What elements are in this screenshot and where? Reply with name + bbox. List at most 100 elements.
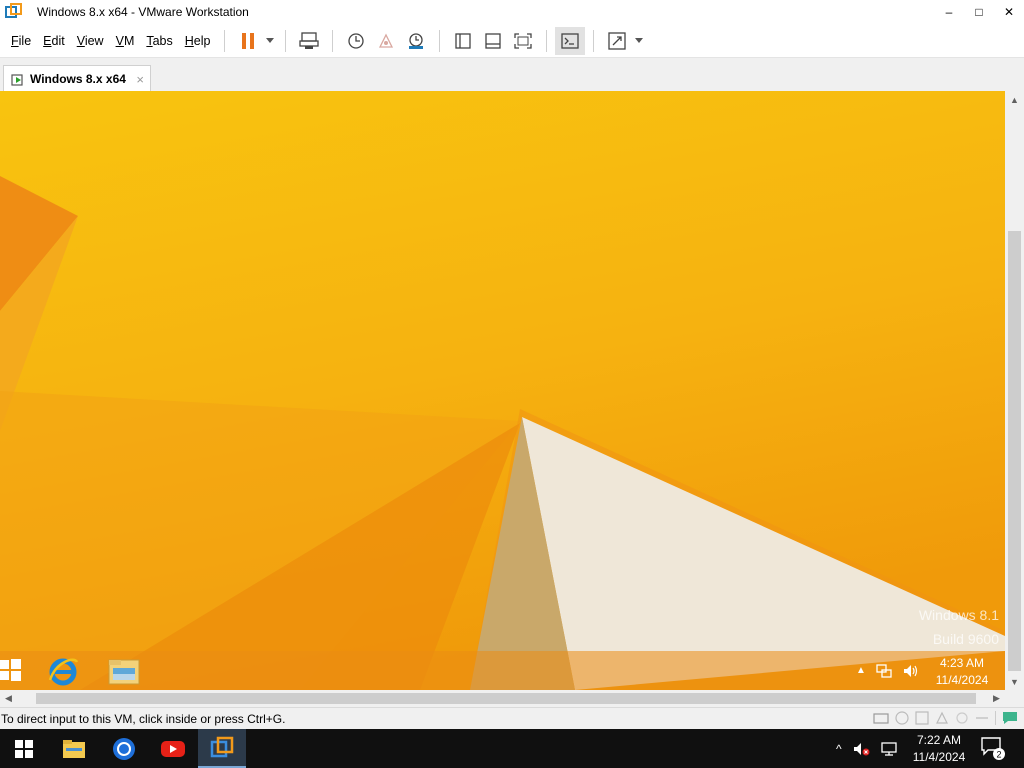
full-screen-button[interactable] — [508, 27, 538, 55]
tab-windows-8x-x64[interactable]: Windows 8.x x64 × — [3, 65, 151, 92]
host-system-tray: ^ — [836, 729, 898, 768]
guest-file-explorer-button[interactable] — [106, 654, 142, 690]
show-library-button[interactable] — [448, 27, 478, 55]
device-status-icons — [873, 711, 1018, 725]
notification-count: 2 — [996, 750, 1001, 760]
guest-start-button[interactable] — [0, 659, 22, 684]
message-log-icon[interactable] — [1002, 711, 1018, 725]
toolbar-separator — [285, 29, 287, 52]
floppy-icon[interactable] — [915, 711, 929, 725]
network-adapter-icon[interactable] — [935, 711, 949, 725]
revert-snapshot-button[interactable] — [371, 27, 401, 55]
host-start-button[interactable] — [0, 729, 48, 768]
scroll-down-arrow-icon[interactable]: ▼ — [1005, 673, 1024, 690]
thumbnail-bar-button[interactable] — [478, 27, 508, 55]
console-view-icon — [561, 32, 580, 49]
snapshot-manager-button[interactable] — [401, 27, 431, 55]
pause-button[interactable] — [233, 27, 263, 55]
maximize-button[interactable]: □ — [964, 0, 994, 24]
revert-snapshot-icon — [379, 33, 394, 48]
notification-icon: 2 — [981, 737, 1005, 760]
chrome-icon — [113, 737, 135, 760]
dropdown-arrow-icon — [266, 38, 275, 43]
show-hidden-icons-icon[interactable]: ^ — [836, 742, 842, 756]
take-snapshot-button[interactable] — [341, 27, 371, 55]
usb-icon[interactable] — [955, 711, 969, 725]
snapshot-icon — [348, 32, 365, 49]
minimize-button[interactable]: – — [934, 0, 964, 24]
menu-file[interactable]: File — [5, 34, 37, 48]
toolbar-separator — [593, 29, 595, 52]
guest-taskbar: ▲ 4:23 AM 11/4/2024 — [0, 651, 1005, 690]
console-view-button[interactable] — [555, 26, 586, 55]
scroll-left-arrow-icon[interactable]: ◀ — [0, 690, 17, 707]
stretch-guest-button[interactable] — [602, 27, 632, 55]
scrollbar-corner — [1005, 690, 1024, 707]
vm-tab-strip: Windows 8.x x64 × — [0, 58, 1024, 92]
vm-display[interactable]: Windows 8.1 Build 9600 ▲ 4:23 AM 11/4/20… — [0, 91, 1005, 690]
status-message: To direct input to this VM, click inside… — [1, 712, 286, 726]
file-explorer-icon — [63, 739, 85, 758]
youtube-icon — [161, 740, 185, 757]
horizontal-scrollbar[interactable]: ◀ ▶ — [0, 690, 1005, 707]
os-watermark-build: Build 9600 — [932, 631, 999, 647]
host-clock-time: 7:22 AM — [916, 733, 962, 747]
host-taskbar: ^ 7:22 AM 11/4/2024 2 — [0, 729, 1024, 768]
guest-clock-time: 4:23 AM — [939, 656, 985, 670]
file-explorer-icon — [108, 659, 140, 685]
tab-close-button[interactable]: × — [136, 72, 144, 87]
hard-disk-icon[interactable] — [873, 711, 889, 725]
guest-clock-date: 11/4/2024 — [935, 673, 989, 687]
host-file-explorer-button[interactable] — [50, 729, 98, 768]
host-youtube-button[interactable] — [149, 729, 197, 768]
host-chrome-button[interactable] — [100, 729, 148, 768]
network-icon[interactable] — [880, 741, 898, 757]
status-bar: To direct input to this VM, click inside… — [0, 707, 1024, 730]
volume-muted-icon[interactable] — [852, 741, 870, 757]
show-library-icon — [455, 32, 472, 49]
guest-system-tray: ▲ — [856, 651, 920, 690]
vmware-app-icon — [210, 736, 234, 757]
menu-tabs[interactable]: Tabs — [140, 34, 178, 48]
menu-bar: File Edit View VM Tabs Help — [0, 24, 1024, 58]
title-bar: Windows 8.x x64 - VMware Workstation – □… — [0, 0, 1024, 24]
network-icon[interactable] — [876, 663, 892, 679]
dropdown-arrow-icon — [635, 38, 644, 43]
pause-icon — [242, 32, 255, 49]
vmware-app-icon — [5, 3, 22, 18]
stretch-dropdown-button[interactable] — [632, 27, 646, 55]
action-center-button[interactable]: 2 — [980, 735, 1006, 764]
vertical-scroll-thumb[interactable] — [1008, 231, 1021, 671]
power-dropdown-button[interactable] — [263, 27, 277, 55]
close-button[interactable]: ✕ — [994, 0, 1024, 24]
host-vmware-workstation-button[interactable] — [198, 729, 246, 768]
send-ctrl-alt-del-button[interactable] — [294, 27, 324, 55]
window-title: Windows 8.x x64 - VMware Workstation — [37, 5, 249, 19]
cd-dvd-icon[interactable] — [895, 711, 909, 725]
os-watermark-name: Windows 8.1 — [918, 607, 999, 623]
scroll-right-arrow-icon[interactable]: ▶ — [988, 690, 1005, 707]
menu-vm[interactable]: VM — [110, 34, 141, 48]
guest-internet-explorer-button[interactable] — [46, 654, 80, 690]
volume-icon[interactable] — [902, 663, 920, 679]
vertical-scrollbar[interactable]: ▲ ▼ — [1005, 91, 1024, 690]
send-ctrl-alt-del-icon — [299, 31, 320, 49]
scroll-up-arrow-icon[interactable]: ▲ — [1005, 91, 1024, 108]
snapshot-manager-icon — [409, 32, 424, 49]
tab-label: Windows 8.x x64 — [30, 72, 126, 86]
show-hidden-icons-icon[interactable]: ▲ — [856, 665, 866, 676]
thumbnail-bar-icon — [485, 32, 502, 49]
menu-help[interactable]: Help — [179, 34, 217, 48]
toolbar-separator — [439, 29, 441, 52]
vm-running-icon — [11, 74, 23, 86]
menu-view[interactable]: View — [71, 34, 110, 48]
guest-clock[interactable]: 4:23 AM 11/4/2024 — [930, 655, 994, 689]
sound-card-icon[interactable] — [975, 711, 989, 725]
internet-explorer-icon — [48, 658, 79, 686]
menu-edit[interactable]: Edit — [37, 34, 71, 48]
host-clock[interactable]: 7:22 AM 11/4/2024 — [906, 732, 972, 766]
window-controls: – □ ✕ — [934, 0, 1024, 24]
windows-logo-icon — [0, 659, 21, 681]
horizontal-scroll-thumb[interactable] — [36, 693, 976, 704]
full-screen-icon — [514, 32, 533, 49]
